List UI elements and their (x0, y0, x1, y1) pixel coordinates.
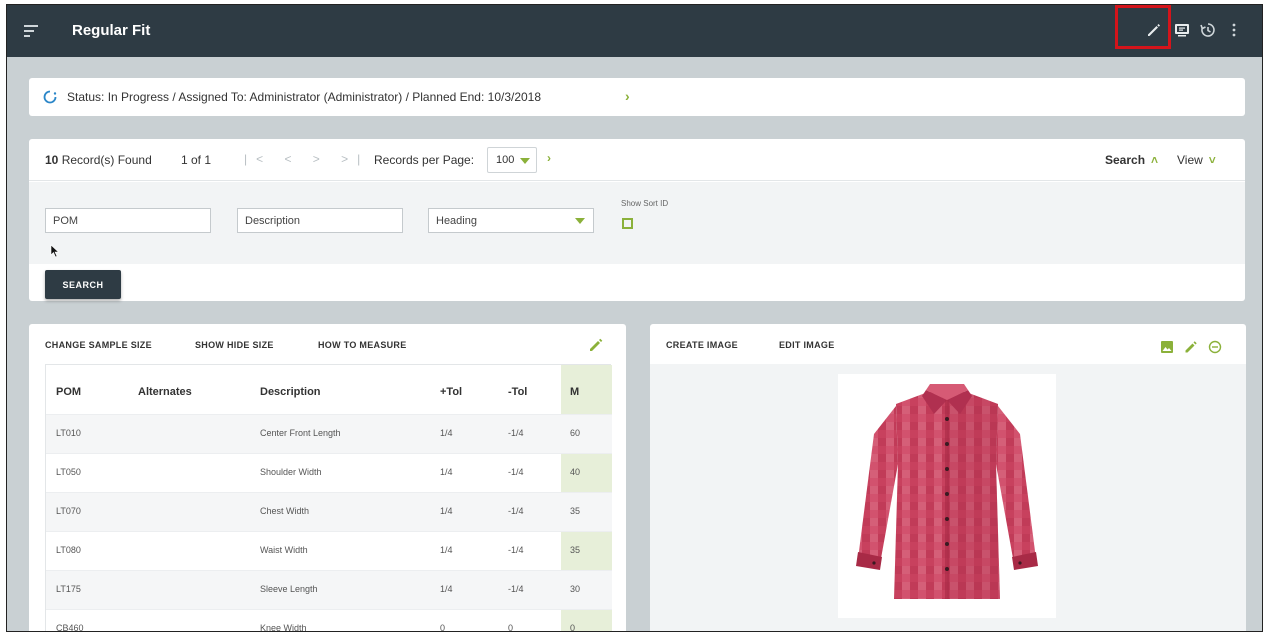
cell-m: 60 (570, 428, 581, 438)
cell-minus-tol: -1/4 (508, 428, 524, 438)
plaid-shirt-image (856, 384, 1038, 599)
column-header-minus-tol[interactable]: -Tol (508, 386, 527, 398)
edit-image-link[interactable]: EDIT IMAGE (779, 340, 835, 350)
records-per-page-label: Records per Page: (374, 153, 475, 167)
search-header: 10 Record(s) Found 1 of 1 |< < > >| Reco… (29, 139, 1245, 181)
cell-m: 40 (570, 467, 581, 477)
column-header-plus-tol[interactable]: +Tol (440, 386, 462, 398)
search-button[interactable]: SEARCH (45, 270, 121, 299)
page-title: Regular Fit (72, 22, 151, 39)
table-row[interactable]: LT175 Sleeve Length 1/4 -1/4 30 (46, 570, 612, 609)
history-icon[interactable] (1199, 21, 1217, 39)
chevron-up-icon: ˄ (1151, 153, 1159, 167)
pencil-icon[interactable] (1184, 340, 1198, 354)
remove-circle-icon[interactable] (1208, 340, 1222, 354)
image-panel: CREATE IMAGE EDIT IMAGE (650, 324, 1246, 631)
measurements-toolbar: CHANGE SAMPLE SIZE SHOW HIDE SIZE HOW TO… (29, 324, 626, 364)
progress-spinner-icon (43, 90, 57, 104)
cell-minus-tol: 0 (508, 623, 514, 632)
cell-pom: CB460 (56, 623, 84, 632)
edit-highlight-box (1115, 5, 1171, 49)
column-header-description[interactable]: Description (260, 386, 321, 398)
search-toggle[interactable]: Search ˄ (1105, 153, 1158, 167)
column-header-alternates[interactable]: Alternates (138, 386, 192, 398)
view-toggle[interactable]: View ˅ (1177, 153, 1216, 167)
show-sort-id-checkbox[interactable] (622, 218, 633, 229)
chevron-down-icon: ˅ (1208, 153, 1216, 167)
show-sort-id-label: Show Sort ID (621, 199, 669, 208)
more-vert-icon[interactable] (1225, 21, 1243, 39)
cell-m: 30 (570, 584, 581, 594)
next-page-chevron[interactable]: › (547, 151, 551, 165)
cell-description: Sleeve Length (260, 584, 318, 594)
cell-description: Center Front Length (260, 428, 341, 438)
caret-down-icon (575, 218, 585, 224)
cell-pom: LT010 (56, 428, 81, 438)
measurements-table: POM Alternates Description +Tol -Tol M L… (45, 364, 612, 632)
heading-select[interactable]: Heading (428, 208, 594, 233)
status-text: Status: In Progress / Assigned To: Admin… (67, 90, 542, 104)
cell-description: Waist Width (260, 545, 308, 555)
column-header-pom[interactable]: POM (56, 386, 81, 398)
cell-m: 35 (570, 545, 581, 555)
cell-plus-tol: 1/4 (440, 428, 453, 438)
caret-down-icon (520, 158, 530, 164)
menu-icon[interactable] (24, 25, 38, 37)
show-hide-size-link[interactable]: SHOW HIDE SIZE (195, 340, 274, 350)
filter-row: POM Description Heading Show Sort ID (29, 182, 1245, 264)
table-row[interactable]: LT080 Waist Width 1/4 -1/4 35 (46, 531, 612, 570)
cell-minus-tol: -1/4 (508, 545, 524, 555)
cell-plus-tol: 1/4 (440, 584, 453, 594)
how-to-measure-link[interactable]: HOW TO MEASURE (318, 340, 407, 350)
table-row[interactable]: CB460 Knee Width 0 0 0 (46, 609, 612, 632)
records-per-page-select[interactable]: 100 (487, 147, 537, 173)
table-row[interactable]: LT050 Shoulder Width 1/4 -1/4 40 (46, 453, 612, 492)
cell-m: 0 (570, 623, 576, 632)
page-info: 1 of 1 (181, 153, 212, 167)
image-canvas (650, 364, 1246, 631)
change-sample-size-link[interactable]: CHANGE SAMPLE SIZE (45, 340, 152, 350)
records-found: 10 Record(s) Found (45, 153, 152, 167)
cell-m: 35 (570, 506, 581, 516)
mouse-cursor-icon (50, 244, 60, 258)
cell-plus-tol: 1/4 (440, 467, 453, 477)
presentation-icon[interactable] (1173, 21, 1191, 39)
cell-minus-tol: -1/4 (508, 467, 524, 477)
table-row[interactable]: LT010 Center Front Length 1/4 -1/4 60 (46, 414, 612, 453)
image-toolbar: CREATE IMAGE EDIT IMAGE (650, 324, 1246, 364)
garment-image[interactable] (838, 374, 1056, 618)
cell-pom: LT080 (56, 545, 81, 555)
pager-controls[interactable]: |< < > >| (244, 152, 369, 166)
cell-description: Shoulder Width (260, 467, 322, 477)
image-icon[interactable] (1160, 340, 1174, 354)
cell-pom: LT175 (56, 584, 81, 594)
cell-description: Chest Width (260, 506, 310, 516)
search-panel: 10 Record(s) Found 1 of 1 |< < > >| Reco… (29, 139, 1245, 301)
cell-pom: LT070 (56, 506, 81, 516)
status-expand-chevron[interactable]: › (625, 88, 630, 104)
cell-minus-tol: -1/4 (508, 584, 524, 594)
cell-minus-tol: -1/4 (508, 506, 524, 516)
cell-plus-tol: 0 (440, 623, 446, 632)
create-image-link[interactable]: CREATE IMAGE (666, 340, 738, 350)
cell-description: Knee Width (260, 623, 307, 632)
top-bar: Regular Fit (7, 5, 1262, 57)
cell-plus-tol: 1/4 (440, 506, 453, 516)
cell-pom: LT050 (56, 467, 81, 477)
pom-input[interactable]: POM (45, 208, 211, 233)
table-row[interactable]: LT070 Chest Width 1/4 -1/4 35 (46, 492, 612, 531)
pencil-icon[interactable] (588, 337, 604, 353)
description-input[interactable]: Description (237, 208, 403, 233)
status-bar[interactable]: Status: In Progress / Assigned To: Admin… (29, 78, 1245, 116)
column-header-m[interactable]: M (570, 386, 579, 398)
cell-plus-tol: 1/4 (440, 545, 453, 555)
measurements-panel: CHANGE SAMPLE SIZE SHOW HIDE SIZE HOW TO… (29, 324, 626, 632)
app-window: Regular Fit Status: In Progress / Assign… (6, 4, 1263, 632)
